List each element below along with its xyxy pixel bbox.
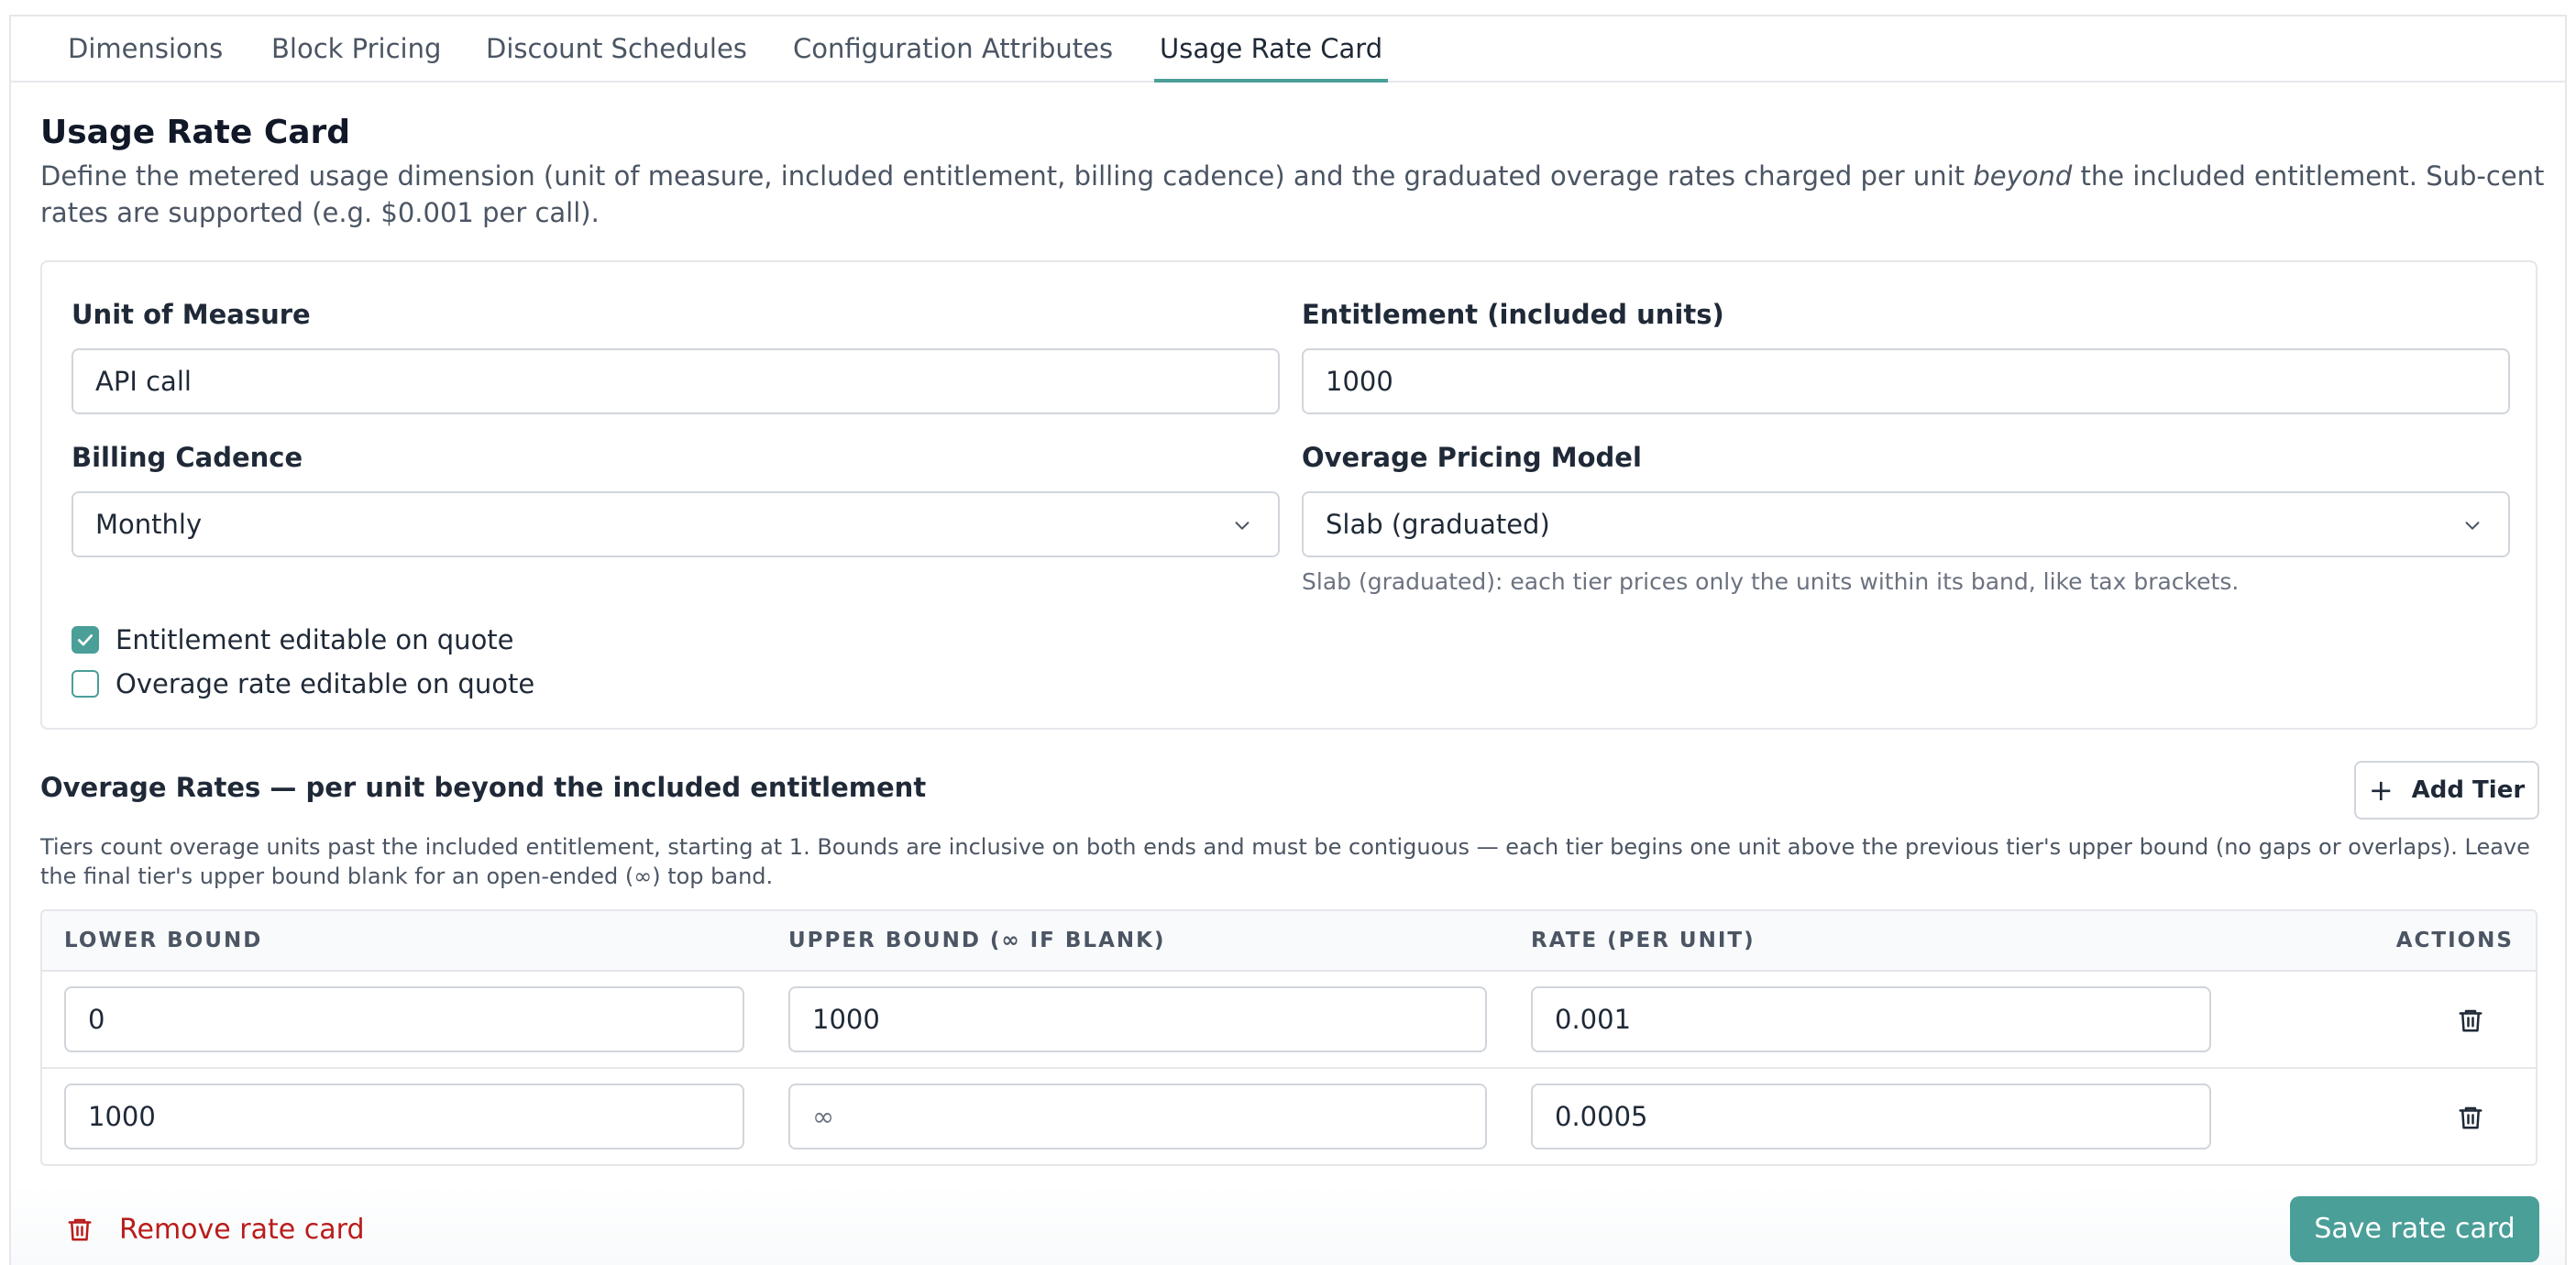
add-tier-label: Add Tier [2411,776,2526,804]
upper-bound-placeholder: ∞ [812,1101,835,1132]
overage-model-label: Overage Pricing Model [1302,442,1642,473]
page-title: Usage Rate Card [40,114,351,151]
table-row: 1000 ∞ 0.0005 [42,1069,2536,1164]
overage-section-title: Overage Rates — per unit beyond the incl… [40,772,927,803]
lower-bound-input[interactable]: 0 [64,986,744,1052]
table-header: LOWER BOUND UPPER BOUND (∞ IF BLANK) RAT… [42,911,2536,972]
save-rate-card-button[interactable]: Save rate card [2290,1196,2539,1262]
entitlement-editable-checkbox-row[interactable]: Entitlement editable on quote [72,623,514,656]
add-tier-button[interactable]: + Add Tier [2354,761,2539,820]
column-header-actions: ACTIONS [2395,929,2514,952]
tab-usage-rate-card[interactable]: Usage Rate Card [1154,16,1389,82]
overage-model-hint: Slab (graduated): each tier prices only … [1302,568,2240,595]
tab-configuration-attributes[interactable]: Configuration Attributes [787,16,1118,82]
entitlement-label: Entitlement (included units) [1302,299,1724,330]
entitlement-input[interactable]: 1000 [1302,348,2510,414]
overage-tiers-table: LOWER BOUND UPPER BOUND (∞ IF BLANK) RAT… [40,909,2537,1166]
table-row: 0 1000 0.001 [42,972,2536,1069]
column-header-rate: RATE (PER UNIT) [1531,929,1756,952]
plus-icon: + [2368,773,2394,808]
chevron-down-icon [2465,522,2480,530]
remove-rate-card-button[interactable]: Remove rate card [66,1206,364,1252]
upper-bound-input[interactable]: ∞ [788,1084,1487,1150]
overage-model-value: Slab (graduated) [1326,509,1550,540]
tab-bar: Dimensions Block Pricing Discount Schedu… [11,16,2565,82]
billing-cadence-value: Monthly [95,509,203,540]
entitlement-editable-label: Entitlement editable on quote [116,624,514,655]
tab-block-pricing[interactable]: Block Pricing [266,16,446,82]
rate-input[interactable]: 0.001 [1531,986,2211,1052]
column-header-lower-bound: LOWER BOUND [64,929,263,952]
overage-rate-editable-checkbox-row[interactable]: Overage rate editable on quote [72,667,534,700]
footer-bar [11,1182,2565,1265]
upper-bound-input[interactable]: 1000 [788,986,1487,1052]
trash-icon[interactable] [2457,1104,2484,1131]
overage-model-select[interactable]: Slab (graduated) [1302,491,2510,557]
page-description-start: Define the metered usage dimension (unit… [40,160,1974,192]
overage-section-description: Tiers count overage units past the inclu… [40,834,2530,889]
lower-bound-input[interactable]: 1000 [64,1084,744,1150]
tab-dimensions[interactable]: Dimensions [62,16,228,82]
trash-icon[interactable] [2457,1006,2484,1034]
remove-rate-card-label: Remove rate card [119,1213,365,1246]
entitlement-editable-checkbox[interactable] [72,626,99,654]
page-description-emphasis: beyond [1973,160,2073,192]
overage-rate-editable-checkbox[interactable] [72,670,99,698]
rate-input[interactable]: 0.0005 [1531,1084,2211,1150]
billing-cadence-select[interactable]: Monthly [72,491,1280,557]
column-header-upper-bound: UPPER BOUND (∞ IF BLANK) [788,929,1166,952]
unit-of-measure-label: Unit of Measure [72,299,311,330]
overage-rate-editable-label: Overage rate editable on quote [116,668,535,699]
usage-settings-card: Unit of Measure API call Entitlement (in… [40,260,2537,730]
chevron-down-icon [1235,522,1249,530]
tab-discount-schedules[interactable]: Discount Schedules [480,16,753,82]
check-icon [78,634,93,646]
trash-icon [68,1218,92,1241]
page-description: Define the metered usage dimension (unit… [40,158,2552,231]
unit-of-measure-input[interactable]: API call [72,348,1280,414]
billing-cadence-label: Billing Cadence [72,442,303,473]
